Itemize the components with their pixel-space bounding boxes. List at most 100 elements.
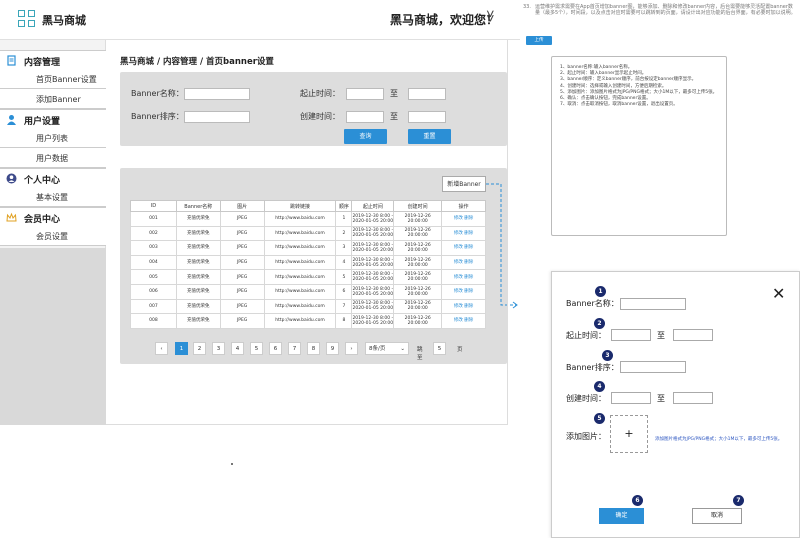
table-cell: 006: [130, 283, 177, 300]
sidebar-group-profile[interactable]: 个人中心: [0, 168, 106, 188]
modal-name-input[interactable]: [620, 298, 686, 310]
row-actions[interactable]: 修改 删除: [441, 313, 486, 329]
row-actions[interactable]: 修改 删除: [441, 298, 486, 315]
stray-dot: [231, 463, 233, 465]
upload-button[interactable]: 上传: [526, 36, 552, 45]
sidebar-item-label: 会员设置: [36, 232, 68, 241]
modal-end-input[interactable]: [673, 329, 713, 341]
row-actions[interactable]: 修改 删除: [441, 283, 486, 300]
row-actions[interactable]: 修改 删除: [441, 269, 486, 285]
page-button[interactable]: 6: [269, 342, 282, 355]
modal-name-label: Banner名称：: [566, 299, 619, 308]
reset-button[interactable]: 重置: [408, 129, 451, 144]
page-button[interactable]: 2: [193, 342, 206, 355]
logo-icon: [18, 10, 36, 28]
table-cell: 2019-12-26 20:00:00: [393, 269, 443, 285]
created-end-input[interactable]: [408, 111, 446, 123]
row-actions[interactable]: 修改 删除: [441, 254, 486, 271]
banner-name-input[interactable]: [184, 88, 250, 100]
table-cell: 充值优荣免: [175, 225, 221, 242]
modal-created-end-input[interactable]: [673, 392, 713, 404]
table-row: 002 充值优荣免 JPEG http://www.baidu.com 2 2019-12…: [130, 225, 486, 242]
table-cell: 002: [130, 225, 177, 242]
col-header: 跳转链接: [263, 200, 337, 212]
chevron-down-icon[interactable]: ≫: [483, 10, 497, 23]
end-time-input[interactable]: [408, 88, 446, 100]
page-button[interactable]: 8: [307, 342, 320, 355]
sidebar-group-users[interactable]: 用户设置: [0, 109, 106, 129]
page-button[interactable]: 4: [231, 342, 244, 355]
col-header: Banner名称: [175, 200, 221, 212]
sidebar-item-user-data[interactable]: 用户数据: [0, 148, 106, 168]
add-image-button[interactable]: +: [610, 415, 648, 453]
sidebar-group-content[interactable]: 内容管理: [0, 50, 106, 70]
goto-page-input[interactable]: 5: [433, 342, 446, 355]
page-size-value: 8条/页: [369, 346, 386, 352]
row-actions[interactable]: 修改 删除: [441, 225, 486, 242]
sidebar-item-member-settings[interactable]: 会员设置: [0, 226, 106, 246]
created-start-input[interactable]: [346, 111, 384, 123]
sidebar-group-label: 会员中心: [24, 215, 61, 225]
question-text: 运营维护需求需要在App首页增加banner图，能够添加、删除和修改banner…: [535, 4, 796, 16]
sidebar-group-label: 个人中心: [24, 176, 61, 186]
query-button[interactable]: 查询: [344, 129, 387, 144]
modal-created-start-input[interactable]: [611, 392, 651, 404]
table-cell: 2019-12-26 20:00:00: [393, 225, 443, 242]
banner-sort-input[interactable]: [184, 111, 250, 123]
sidebar-group-membership[interactable]: 会员中心: [0, 207, 106, 227]
sidebar-item-user-list[interactable]: 用户列表: [0, 128, 106, 148]
modal-image-label: 添加图片：: [566, 432, 606, 441]
sidebar-item-banner-settings[interactable]: 首页Banner设置: [0, 69, 106, 89]
notes-list: 1、banner名称:输入banner名称。 2、起止时间：输入banner显示…: [560, 65, 722, 108]
step-badge: 6: [632, 495, 643, 506]
next-page-button[interactable]: ›: [345, 342, 358, 355]
start-time-input[interactable]: [346, 88, 384, 100]
step-badge: 1: [595, 286, 606, 297]
confirm-button[interactable]: 确定: [599, 508, 644, 524]
sidebar-item-basic-settings[interactable]: 基本设置: [0, 187, 106, 207]
table-cell: http://www.baidu.com: [263, 240, 337, 256]
page-button[interactable]: 5: [250, 342, 263, 355]
modal-start-input[interactable]: [611, 329, 651, 341]
row-actions[interactable]: 修改 删除: [441, 211, 486, 227]
page-button[interactable]: 3: [212, 342, 225, 355]
notes-box: 1、banner名称:输入banner名称。 2、起止时间：输入banner显示…: [551, 56, 727, 236]
sidebar-item-label: 基本设置: [36, 193, 68, 202]
banner-name-label: Banner名称：: [131, 89, 184, 98]
table-cell: 005: [130, 269, 177, 285]
table-cell: 1: [335, 211, 353, 227]
col-header: ID: [130, 200, 177, 212]
table-cell: 003: [130, 240, 177, 256]
table-cell: 8: [335, 313, 353, 329]
modal-to-label: 至: [657, 331, 665, 340]
modal-sort-input[interactable]: [620, 361, 686, 373]
table-cell: JPEG: [219, 298, 265, 315]
table-cell: 2019-12-30 8:00 - 2020-01-05 20:00: [351, 211, 395, 227]
page-button[interactable]: 1: [175, 342, 188, 355]
page-size-select[interactable]: 8条/页 ⌄: [365, 342, 409, 355]
new-banner-button[interactable]: 新增Banner: [442, 176, 486, 192]
table-cell: 充值优荣免: [175, 283, 221, 300]
question-number: 33.: [523, 4, 531, 10]
col-header: 顺序: [335, 200, 353, 212]
page-button[interactable]: 9: [326, 342, 339, 355]
table-cell: JPEG: [219, 225, 265, 242]
breadcrumb: 黑马商城 / 内容管理 / 首页banner设置: [120, 57, 274, 67]
modal-created-label: 创建时间：: [566, 394, 606, 403]
filter-panel: Banner名称： 起止时间： 至 Banner排序： 创建时间： 至 查询 重…: [120, 72, 507, 146]
sidebar-item-add-banner[interactable]: 添加Banner: [0, 89, 106, 109]
sidebar-item-label: 首页Banner设置: [36, 75, 97, 84]
table-cell: http://www.baidu.com: [263, 211, 337, 227]
step-badge: 5: [594, 413, 605, 424]
page-button[interactable]: 7: [288, 342, 301, 355]
table-cell: http://www.baidu.com: [263, 254, 337, 271]
table-cell: 2019-12-26 20:00:00: [393, 298, 443, 315]
table-row: 008 充值优荣免 JPEG http://www.baidu.com 8 2019-12…: [130, 313, 486, 329]
close-icon[interactable]: ✕: [772, 284, 785, 303]
table-cell: 007: [130, 298, 177, 315]
prev-page-button[interactable]: ‹: [155, 342, 168, 355]
cancel-button[interactable]: 取消: [692, 508, 742, 524]
note-item: 7、取消：点击取消按钮，取消banner设置，退出设置页。: [560, 102, 678, 108]
row-actions[interactable]: 修改 删除: [441, 240, 486, 256]
table-row: 005 充值优荣免 JPEG http://www.baidu.com 5 2019-12…: [130, 269, 486, 285]
